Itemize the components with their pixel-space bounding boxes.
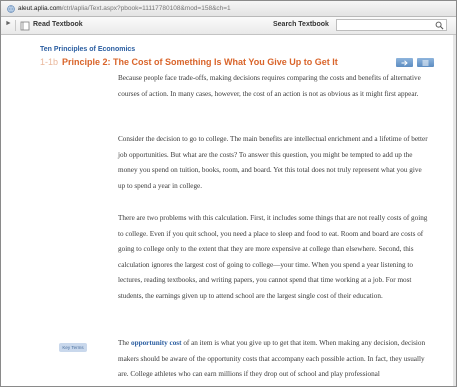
globe-icon — [7, 5, 15, 13]
paragraph-1: Because people face trade-offs, making d… — [118, 74, 421, 98]
section-heading: 1-1b Principle 2: The Cost of Something I… — [40, 57, 338, 67]
reader-toolbar: ► Read Textbook Search Textbook — [1, 17, 456, 35]
collapse-arrow-icon[interactable]: ► — [5, 20, 12, 27]
url-path: /ctrl/aplia/Text.aspx?pbook=11117780108&… — [61, 5, 231, 12]
bookmark-button[interactable] — [396, 58, 413, 67]
opportunity-cost-term[interactable]: opportunity cost — [131, 339, 182, 347]
url-host: aleut.aplia.com — [18, 5, 62, 12]
search-textbook-label: Search Textbook — [273, 21, 329, 28]
note-button[interactable] — [417, 58, 434, 67]
note-icon — [422, 60, 429, 65]
paragraph-3: There are two problems with this calcula… — [118, 214, 428, 300]
section-title: Principle 2: The Cost of Something Is Wh… — [62, 57, 338, 67]
read-textbook-label[interactable]: Read Textbook — [33, 21, 83, 28]
toolbar-divider — [15, 20, 16, 31]
book-icon — [20, 21, 30, 31]
url-text[interactable]: aleut.aplia.com/ctrl/aplia/Text.aspx?pbo… — [18, 1, 231, 16]
chapter-title[interactable]: Ten Principles of Economics — [40, 46, 135, 53]
search-input[interactable] — [336, 19, 447, 31]
browser-window: aleut.aplia.com/ctrl/aplia/Text.aspx?pbo… — [0, 0, 457, 387]
textbook-content: Ten Principles of Economics 1-1b Principl… — [1, 35, 456, 386]
bookmark-icon — [401, 59, 408, 66]
key-terms-tag[interactable]: Key Terms — [59, 343, 87, 352]
paragraph-4: The opportunity cost of an item is what … — [118, 336, 430, 383]
paragraph-2: Consider the decision to go to college. … — [118, 135, 428, 190]
section-number: 1-1b — [40, 57, 59, 67]
paragraph-4-pre: The — [118, 339, 131, 347]
scrollbar[interactable] — [453, 35, 456, 386]
address-bar[interactable]: aleut.aplia.com/ctrl/aplia/Text.aspx?pbo… — [1, 1, 456, 17]
search-icon[interactable] — [435, 21, 444, 30]
